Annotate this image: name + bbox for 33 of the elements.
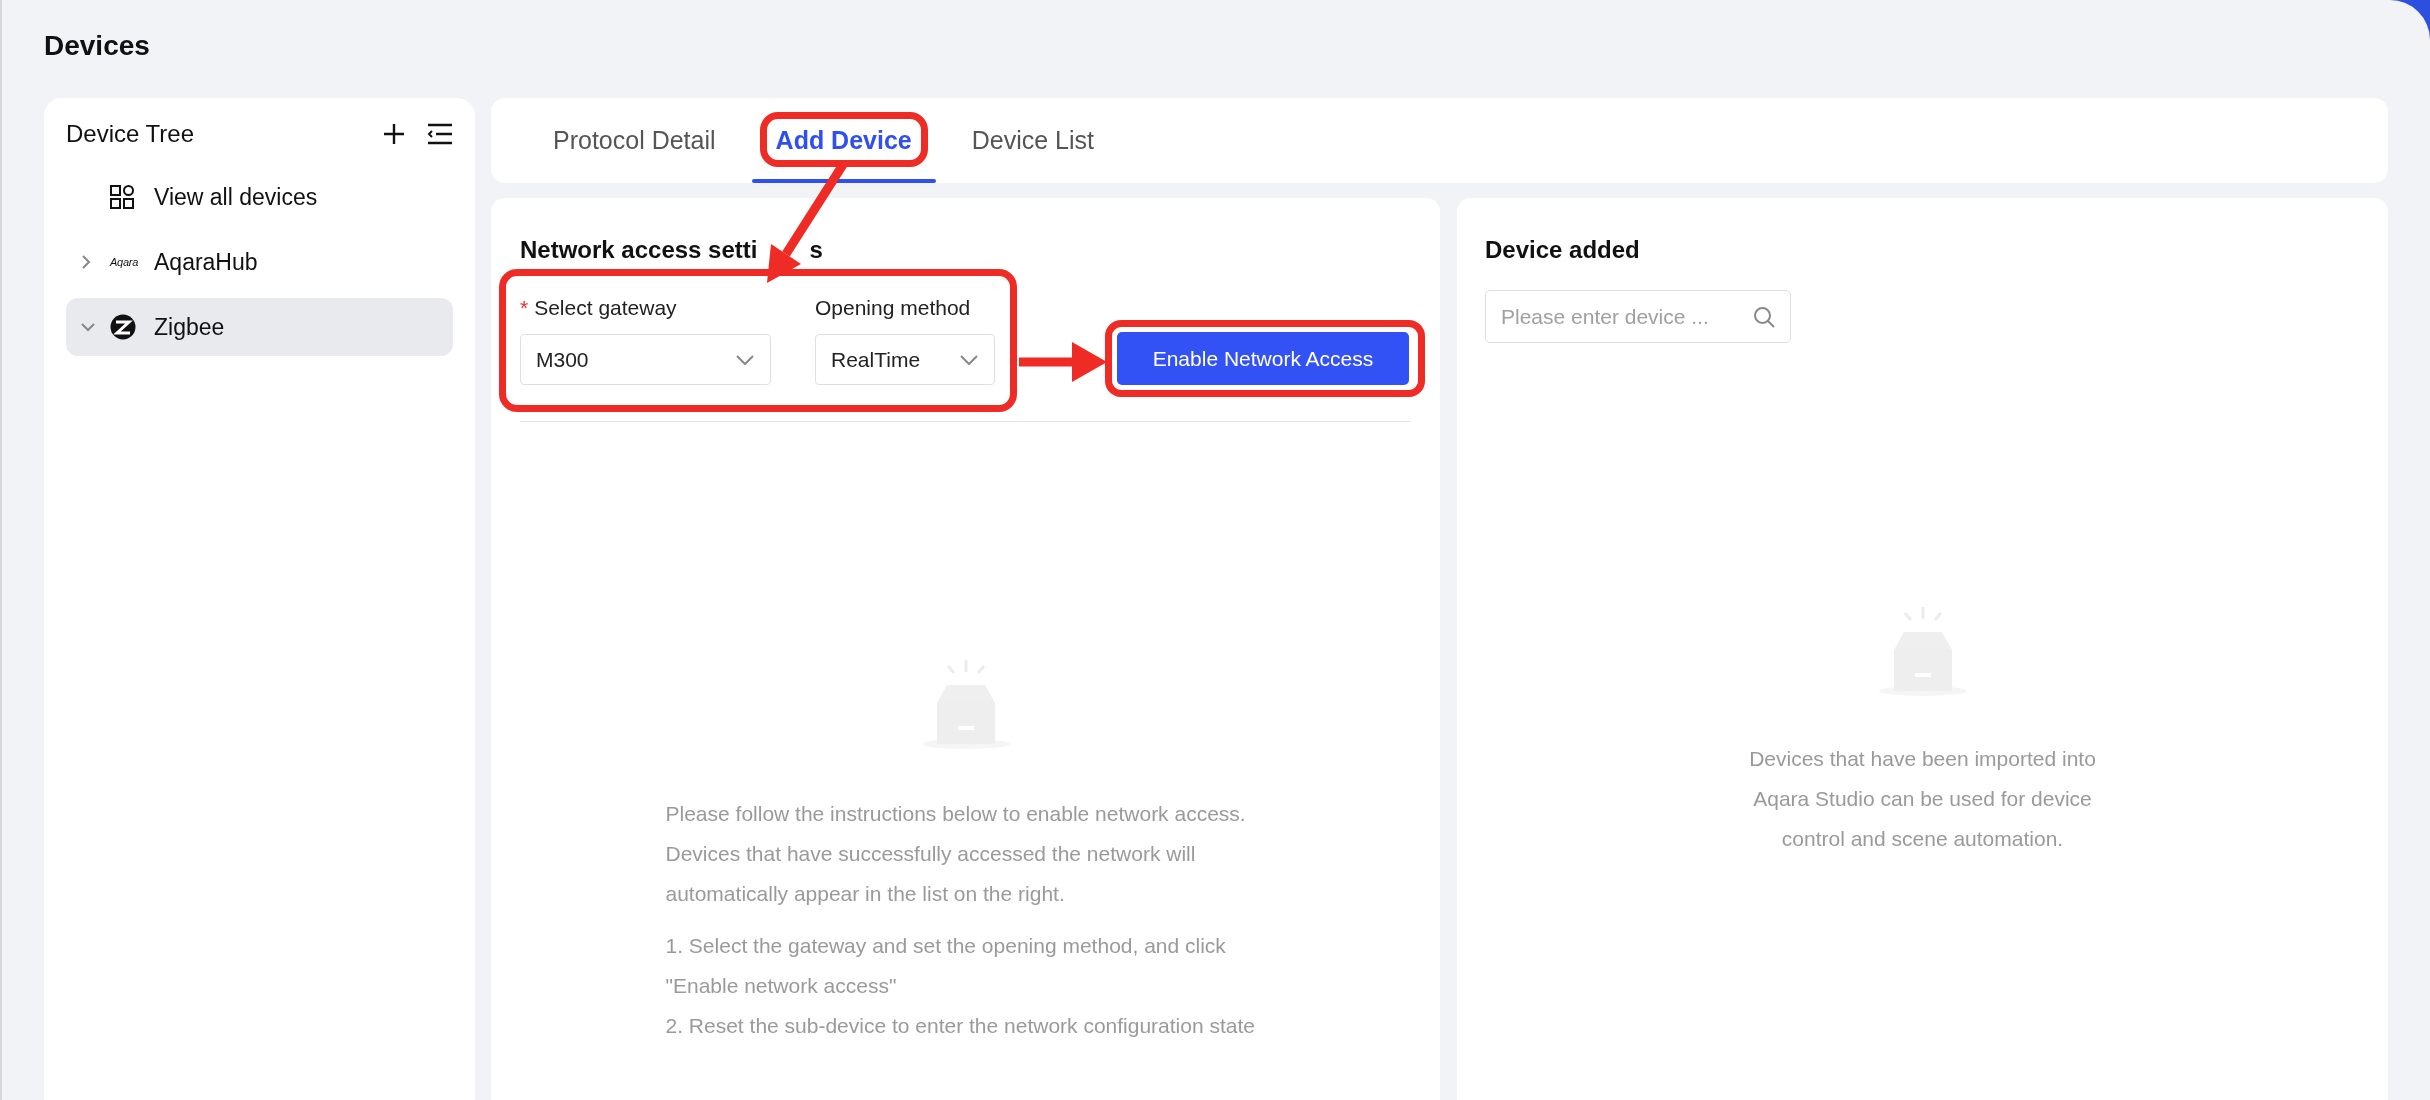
- brand-logo: Aqara: [110, 254, 138, 270]
- chevron-down-icon[interactable]: [80, 321, 96, 333]
- field-label: Opening method: [815, 295, 971, 322]
- chevron-down-icon: [735, 353, 755, 366]
- chevron-down-icon: [959, 353, 979, 366]
- section-title: s: [809, 235, 823, 265]
- empty-state-text: Devices that have been imported into Aqara Studio can be used for device control and scene automation.: [1748, 746, 2097, 852]
- required-mark: *: [520, 295, 529, 322]
- tree-item[interactable]: View all devices: [66, 168, 453, 226]
- grid-icon: [110, 185, 134, 209]
- tab[interactable]: Protocol Detail: [553, 121, 716, 160]
- step-text: 2. Reset the sub-device to enter the network configuration state: [665, 1013, 1256, 1039]
- tab[interactable]: Add Device: [775, 121, 912, 160]
- instructions-text: Please follow the instructions below to enable network access. Devices that have successfully accessed the network will automatically appear in the list on the right.: [665, 801, 1247, 907]
- section-title: Network access setti: [520, 235, 758, 265]
- enable-access-button[interactable]: Enable Network Access: [1117, 332, 1409, 385]
- section-title: Device added: [1485, 235, 1641, 265]
- search-icon[interactable]: [1753, 305, 1775, 328]
- search-input[interactable]: Please enter device ...: [1501, 300, 1753, 333]
- tree-item[interactable]: Zigbee: [66, 298, 453, 356]
- zigbee-icon: [110, 314, 136, 340]
- add-icon[interactable]: [383, 123, 405, 145]
- step-text: 1. Select the gateway and set the opening method, and click "Enable network access": [665, 933, 1227, 999]
- select-field[interactable]: RealTime: [815, 334, 995, 385]
- chevron-right-icon[interactable]: [80, 254, 92, 270]
- tree-item[interactable]: Aqara AqaraHub: [66, 233, 453, 291]
- collapse-menu-icon[interactable]: [427, 123, 453, 145]
- page-title: Devices: [44, 29, 150, 63]
- sidebar-title: Device Tree: [66, 119, 196, 149]
- select-field[interactable]: M300: [520, 334, 771, 385]
- search-box[interactable]: Please enter device ...: [1485, 290, 1791, 343]
- field-label: Select gateway: [534, 295, 677, 322]
- tab[interactable]: Device List: [971, 121, 1094, 160]
